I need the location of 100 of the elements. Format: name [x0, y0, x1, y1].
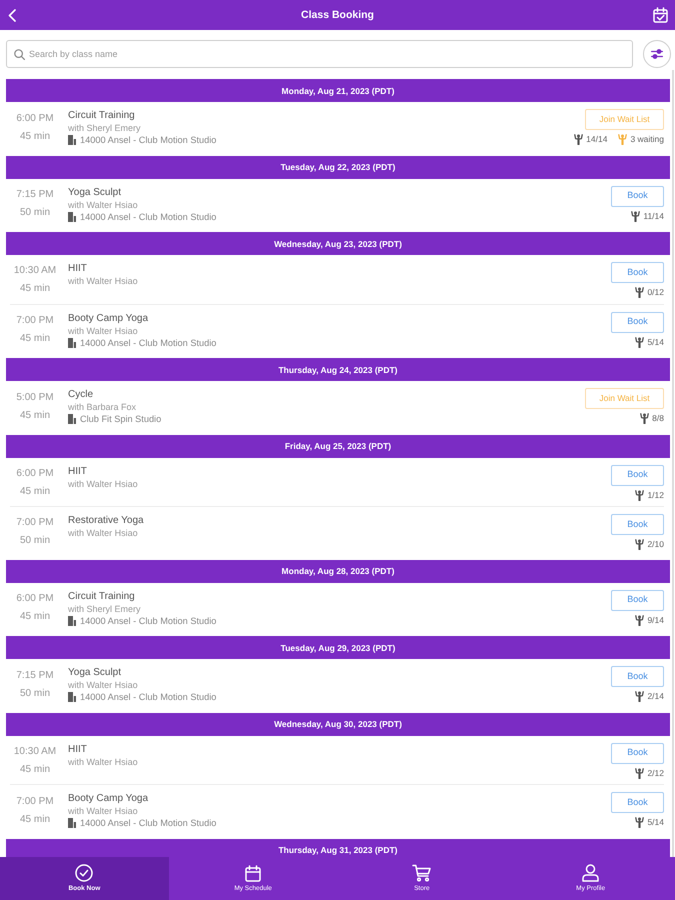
class-time: 7:00 PM: [16, 794, 54, 808]
person-icon: [635, 490, 644, 500]
class-duration: 50 min: [20, 534, 50, 548]
person-icon: [640, 413, 650, 424]
class-duration: 45 min: [20, 332, 50, 346]
search-field[interactable]: Search by class name: [6, 40, 633, 68]
check-circle-icon: [75, 864, 94, 882]
person-icon: [635, 817, 644, 828]
capacity-count: 9/14: [647, 614, 664, 626]
user-icon: [582, 864, 600, 882]
instructor-name: with Walter Hsiao: [68, 679, 138, 691]
class-name: Restorative Yoga: [68, 514, 144, 527]
person-icon: [635, 691, 644, 702]
capacity-count: 11/14: [643, 210, 664, 222]
calendar-button[interactable]: [653, 7, 668, 23]
class-name: Circuit Training: [68, 109, 135, 122]
day-header: Friday, Aug 25, 2023 (PDT): [6, 434, 670, 458]
building-icon: [68, 818, 76, 828]
class-duration: 50 min: [20, 686, 50, 700]
person-icon: [635, 287, 644, 298]
book-button[interactable]: Book: [611, 666, 664, 687]
instructor-name: with Walter Hsiao: [68, 805, 138, 817]
class-duration: 45 min: [20, 484, 50, 498]
waiting-count: 3 waiting: [630, 134, 664, 145]
class-time: 5:00 PM: [16, 390, 54, 404]
class-duration: 45 min: [20, 812, 50, 826]
class-name: Circuit Training: [68, 590, 135, 602]
class-duration: 45 min: [20, 282, 50, 296]
instructor-name: with Sheryl Emery: [68, 122, 141, 134]
capacity-count: 2/12: [647, 768, 664, 778]
class-name: Cycle: [68, 388, 94, 401]
back-button[interactable]: [8, 8, 16, 22]
class-time: 6:00 PM: [16, 112, 54, 126]
day-header: Wednesday, Aug 30, 2023 (PDT): [6, 712, 670, 736]
day-header: Monday, Aug 21, 2023 (PDT): [6, 79, 670, 102]
day-header: Tuesday, Aug 29, 2023 (PDT): [6, 636, 670, 659]
filter-button[interactable]: [643, 40, 671, 68]
person-icon: [635, 539, 644, 550]
building-icon: [68, 135, 76, 145]
person-icon: [635, 614, 644, 626]
day-header: Monday, Aug 28, 2023 (PDT): [6, 560, 670, 582]
book-button[interactable]: Book: [611, 464, 664, 486]
join-waitlist-button[interactable]: Join Wait List: [585, 388, 664, 409]
class-name: Booty Camp Yoga: [68, 792, 148, 805]
class-name: Yoga Sculpt: [68, 186, 122, 198]
calendar-check-icon: [653, 7, 668, 23]
book-button[interactable]: Book: [611, 262, 664, 283]
building-icon: [68, 338, 76, 348]
screen-title: Class Booking: [301, 8, 374, 22]
person-icon: [574, 134, 584, 145]
instructor-name: with Walter Hsiao: [68, 275, 138, 287]
book-button[interactable]: Book: [611, 186, 664, 206]
capacity-count: 2/10: [647, 539, 664, 550]
class-time: 6:00 PM: [16, 592, 54, 606]
capacity-count: 8/8: [652, 413, 664, 424]
capacity-count: 14/14: [586, 134, 608, 145]
book-button[interactable]: Book: [611, 742, 664, 764]
location-text: 14000 Ansel - Club Motion Studio: [80, 336, 216, 348]
book-button[interactable]: Book: [611, 590, 664, 610]
building-icon: [68, 692, 76, 702]
location-text: 14000 Ansel - Club Motion Studio: [80, 691, 216, 703]
class-time: 7:15 PM: [16, 668, 54, 682]
sliders-icon: [651, 49, 663, 59]
book-button[interactable]: Book: [611, 312, 664, 332]
location-text: 14000 Ansel - Club Motion Studio: [80, 614, 216, 626]
class-name: Booty Camp Yoga: [68, 312, 148, 324]
building-icon: [68, 616, 76, 626]
join-waitlist-button[interactable]: Join Wait List: [585, 109, 664, 130]
instructor-name: with Walter Hsiao: [68, 527, 138, 539]
instructor-name: with Sheryl Emery: [68, 602, 141, 614]
back-icon: [8, 8, 16, 22]
capacity-count: 5/14: [647, 817, 664, 828]
capacity-count: 2/14: [647, 691, 664, 702]
class-duration: 45 min: [20, 762, 50, 776]
book-button[interactable]: Book: [611, 514, 664, 535]
capacity-count: 5/14: [647, 336, 664, 348]
class-time: 7:15 PM: [16, 188, 54, 202]
person-icon: [618, 134, 628, 145]
cart-icon: [412, 864, 432, 882]
instructor-name: with Walter Hsiao: [68, 756, 138, 768]
person-icon: [631, 210, 640, 222]
class-time: 6:00 PM: [16, 466, 54, 480]
location-text: 14000 Ansel - Club Motion Studio: [80, 134, 216, 146]
day-header: Thursday, Aug 24, 2023 (PDT): [6, 358, 670, 381]
location-text: Club Fit Spin Studio: [80, 413, 162, 425]
class-time: 10:30 AM: [14, 744, 56, 758]
class-name: HIIT: [68, 262, 87, 275]
person-icon: [635, 768, 644, 778]
capacity-count: 1/12: [647, 490, 664, 500]
book-button[interactable]: Book: [611, 792, 664, 813]
instructor-name: with Walter Hsiao: [68, 478, 138, 490]
instructor-name: with Barbara Fox: [68, 401, 136, 413]
class-time: 7:00 PM: [16, 516, 54, 530]
class-duration: 45 min: [20, 130, 50, 144]
instructor-name: with Walter Hsiao: [68, 324, 138, 336]
calendar-icon: [245, 864, 262, 882]
instructor-name: with Walter Hsiao: [68, 198, 138, 210]
building-icon: [68, 212, 76, 222]
day-header: Thursday, Aug 31, 2023 (PDT): [6, 838, 670, 857]
class-name: HIIT: [68, 464, 87, 478]
